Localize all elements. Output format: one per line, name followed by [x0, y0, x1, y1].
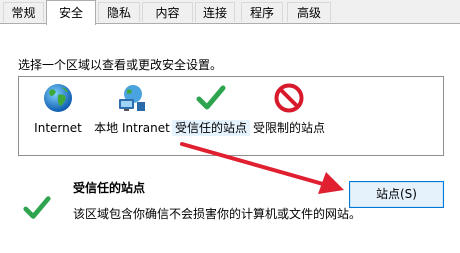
tab-content[interactable]: 内容: [142, 2, 193, 22]
zone-label: 本地 Intranet: [94, 121, 170, 135]
intranet-icon: [119, 85, 145, 111]
instruction-text: 选择一个区域以查看或更改安全设置。: [18, 58, 223, 72]
zone-label: 受限制的站点: [252, 121, 325, 135]
tab-privacy[interactable]: 隐私: [98, 2, 140, 22]
tab-strip: 常规 安全 隐私 内容 连接 程序 高级: [0, 0, 460, 25]
selected-zone-description: 该区域包含你确信不会损害你的计算机或文件的网站。: [73, 207, 362, 221]
prohibited-icon: [274, 83, 304, 113]
checkmark-icon: [196, 85, 226, 110]
zone-label: 受信任的站点: [172, 120, 250, 136]
sites-button[interactable]: 站点(S): [349, 181, 444, 208]
zone-label: Internet: [34, 121, 82, 135]
tab-connections[interactable]: 连接: [195, 2, 235, 22]
selected-zone-title: 受信任的站点: [73, 181, 146, 195]
zone-list: Internet 本地 Intranet 受信任的站点 受限制的站点: [18, 76, 444, 156]
tab-general[interactable]: 常规: [3, 2, 44, 22]
selected-zone-checkmark-icon: [23, 196, 51, 219]
globe-icon: [44, 84, 72, 112]
tab-advanced[interactable]: 高级: [287, 2, 331, 22]
tab-security[interactable]: 安全: [46, 0, 96, 25]
tab-programs[interactable]: 程序: [241, 2, 283, 22]
